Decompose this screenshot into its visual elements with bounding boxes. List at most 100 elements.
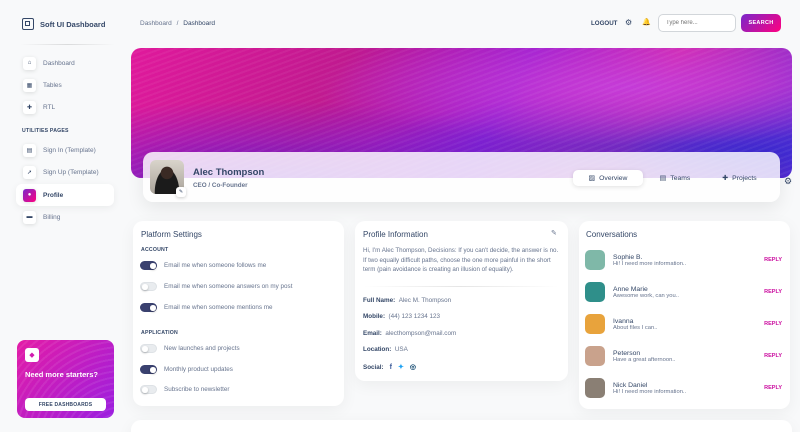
configurator-gear-icon[interactable]: ⚙ xyxy=(784,176,792,187)
toggle-switch[interactable] xyxy=(140,282,157,291)
toggle-switch[interactable] xyxy=(140,344,157,353)
conversation-item: Nick Daniel Hi! I need more information.… xyxy=(585,378,782,398)
conversation-item: Sophie B. Hi! I need more information.. … xyxy=(585,250,782,270)
instagram-icon[interactable]: ◎ xyxy=(410,363,416,371)
info-value: alecthompson@mail.com xyxy=(385,330,457,337)
sidebar-item-label: Dashboard xyxy=(43,59,75,67)
info-social: Social: f ✦ ◎ xyxy=(363,363,416,372)
logout-button[interactable]: LOGOUT xyxy=(591,20,617,27)
sidebar-item-label: RTL xyxy=(43,103,56,111)
setting-label: New launches and projects xyxy=(164,345,240,352)
reply-button[interactable]: REPLY xyxy=(764,289,782,295)
conversation-item: Ivanna About files I can.. REPLY xyxy=(585,314,782,334)
avatar xyxy=(585,346,605,366)
profile-name: Alec Thompson xyxy=(193,167,265,178)
twitter-icon[interactable]: ✦ xyxy=(398,363,404,371)
gear-icon[interactable]: ⚙ xyxy=(625,18,632,27)
brand[interactable]: Soft UI Dashboard xyxy=(22,18,105,30)
sidebar-item-sign-up[interactable]: ➚ Sign Up (Template) xyxy=(16,161,114,183)
conversation-name: Nick Daniel xyxy=(613,381,648,389)
toggle-switch[interactable] xyxy=(140,303,157,312)
avatar xyxy=(585,378,605,398)
toggle-switch[interactable] xyxy=(140,261,157,270)
conversation-name: Sophie B. xyxy=(613,253,643,261)
sidebar-item-label: Tables xyxy=(43,81,62,89)
logo-icon xyxy=(22,18,34,30)
home-icon: ⌂ xyxy=(23,56,36,70)
tab-overview[interactable]: ▨ Overview xyxy=(573,170,643,186)
search-button[interactable]: SEARCH xyxy=(741,14,781,32)
document-icon: ▤ xyxy=(23,143,36,157)
info-value: USA xyxy=(394,346,408,353)
conversation-name: Peterson xyxy=(613,349,641,357)
bell-icon[interactable]: 🔔 xyxy=(642,18,651,26)
facebook-icon[interactable]: f xyxy=(390,364,392,371)
reply-button[interactable]: REPLY xyxy=(764,353,782,359)
info-divider xyxy=(363,286,559,287)
reply-button[interactable]: REPLY xyxy=(764,321,782,327)
setting-label: Email me when someone mentions me xyxy=(164,304,273,311)
sidebar-item-label: Sign Up (Template) xyxy=(43,168,99,176)
setting-row: Email me when someone follows me xyxy=(140,261,266,270)
setting-row: Subscribe to newsletter xyxy=(140,385,229,394)
account-label: ACCOUNT xyxy=(141,247,169,253)
sidebar-item-profile[interactable]: ● Profile xyxy=(16,184,114,206)
info-label: Social: xyxy=(363,363,384,371)
breadcrumb-current: Dashboard xyxy=(183,20,216,27)
sidebar-item-sign-in[interactable]: ▤ Sign In (Template) xyxy=(16,139,114,161)
sidebar-item-label: Sign In (Template) xyxy=(43,146,96,154)
sidebar-item-label: Billing xyxy=(43,213,61,221)
avatar xyxy=(585,282,605,302)
sidebar-divider xyxy=(20,44,115,45)
tab-projects[interactable]: ✚ Projects xyxy=(708,170,771,186)
profile-role: CEO / Co-Founder xyxy=(193,182,248,189)
table-icon: ▦ xyxy=(23,78,36,92)
brand-name: Soft UI Dashboard xyxy=(40,19,106,29)
avatar xyxy=(585,250,605,270)
info-location: Location: USA xyxy=(363,346,408,353)
reply-button[interactable]: REPLY xyxy=(764,257,782,263)
rocket-icon: ➚ xyxy=(23,165,36,179)
setting-label: Monthly product updates xyxy=(164,366,233,373)
reply-button[interactable]: REPLY xyxy=(764,385,782,391)
search-input[interactable] xyxy=(658,14,736,32)
tab-teams[interactable]: ▤ Teams xyxy=(645,170,705,186)
help-card-title: Need more starters? xyxy=(25,370,98,379)
sidebar-item-billing[interactable]: ▬ Billing xyxy=(16,206,114,228)
setting-row: Email me when someone answers on my post xyxy=(140,282,292,291)
breadcrumb: Dashboard / Dashboard xyxy=(140,20,215,27)
info-label: Mobile: xyxy=(363,313,386,320)
conversations-card: Conversations Sophie B. Hi! I need more … xyxy=(579,221,790,409)
projects-card xyxy=(131,420,792,432)
conversation-name: Anne Marie xyxy=(613,285,648,293)
cube-icon: ▨ xyxy=(588,175,596,182)
info-full-name: Full Name: Alec M. Thompson xyxy=(363,297,451,304)
info-label: Full Name: xyxy=(363,297,396,304)
sidebar-item-rtl[interactable]: ✚ RTL xyxy=(16,96,114,118)
setting-row: Email me when someone mentions me xyxy=(140,303,273,312)
tab-label: Teams xyxy=(670,174,691,182)
document-icon: ▤ xyxy=(659,175,667,182)
breadcrumb-root[interactable]: Dashboard xyxy=(140,20,172,27)
setting-row: New launches and projects xyxy=(140,344,240,353)
setting-label: Subscribe to newsletter xyxy=(164,386,230,393)
conversation-message: About files I can.. xyxy=(613,324,658,331)
help-card: ◆ Need more starters? FREE DASHBOARDS xyxy=(17,340,114,418)
edit-icon[interactable]: ✎ xyxy=(176,187,186,197)
info-email: Email: alecthompson@mail.com xyxy=(363,330,456,337)
profile-info-card: Profile Information ✎ Hi, I'm Alec Thomp… xyxy=(355,221,568,381)
toggle-switch[interactable] xyxy=(140,365,157,374)
sidebar-item-dashboard[interactable]: ⌂ Dashboard xyxy=(16,52,114,74)
breadcrumb-separator: / xyxy=(176,20,179,27)
user-edit-icon[interactable]: ✎ xyxy=(551,229,557,237)
conversation-message: Have a great afternoon.. xyxy=(613,356,676,363)
info-label: Email: xyxy=(363,330,382,337)
toggle-switch[interactable] xyxy=(140,385,157,394)
free-dashboards-button[interactable]: FREE DASHBOARDS xyxy=(25,398,106,411)
user-icon: ● xyxy=(23,188,36,202)
sidebar-item-tables[interactable]: ▦ Tables xyxy=(16,74,114,96)
profile-tabs: ▨ Overview ▤ Teams ✚ Projects xyxy=(573,170,771,186)
tab-label: Overview xyxy=(599,174,628,182)
setting-label: Email me when someone answers on my post xyxy=(164,283,293,290)
credit-card-icon: ▬ xyxy=(23,210,36,224)
